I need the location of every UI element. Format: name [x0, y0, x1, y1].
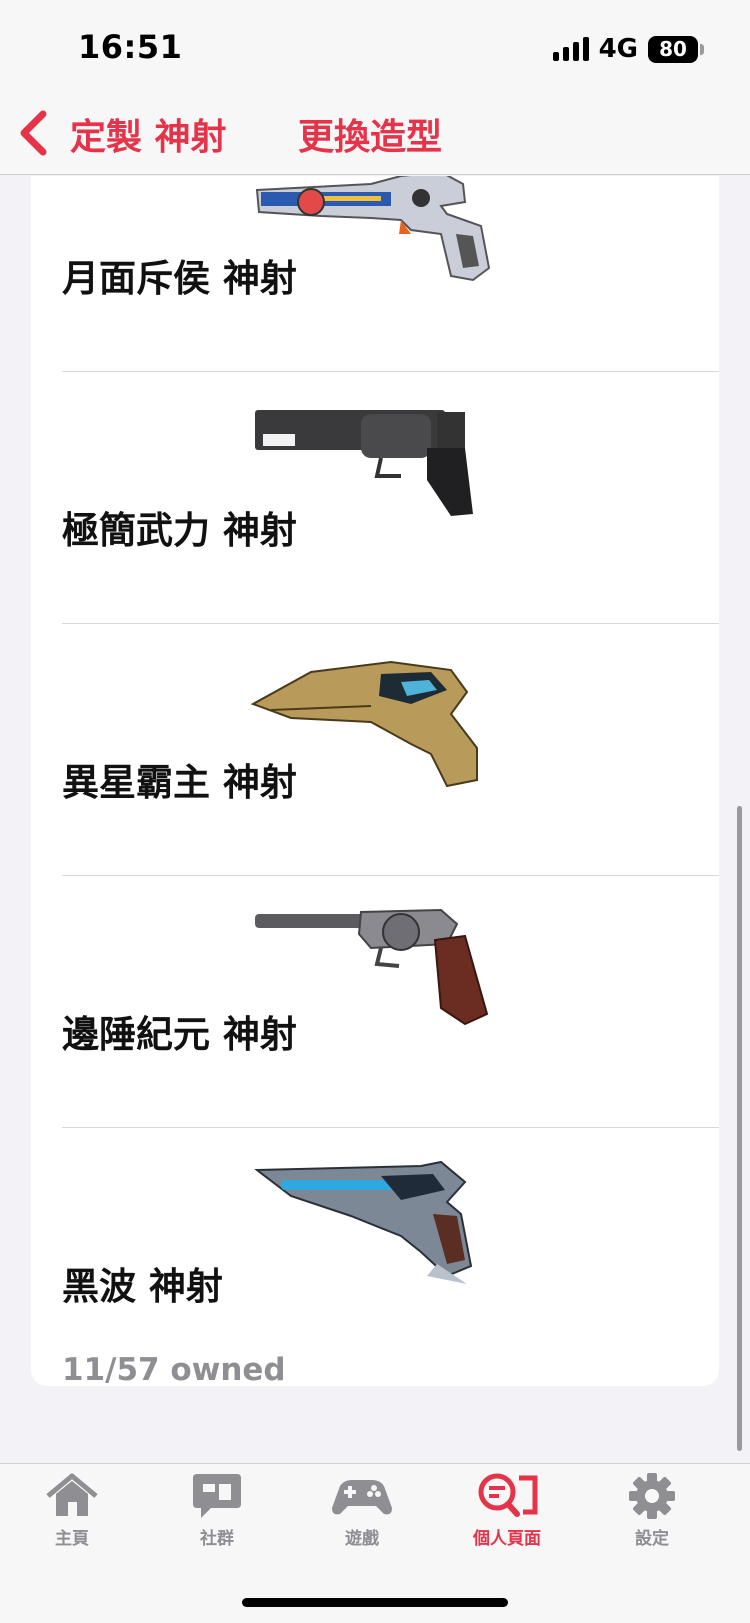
status-bar: 16:51 4G 80: [0, 0, 750, 100]
page-title: 更換造型: [298, 117, 443, 158]
signal-icon: [552, 37, 589, 61]
owned-count: 11/57 owned: [62, 1352, 286, 1388]
tab-home[interactable]: 主頁: [12, 1472, 132, 1549]
list-item[interactable]: 邊陲紀元 神射: [31, 876, 719, 1128]
back-button[interactable]: 定製 神射: [70, 108, 227, 160]
status-time: 16:51: [78, 28, 183, 66]
tab-label: 主頁: [55, 1529, 89, 1549]
status-indicators: 4G 80: [552, 34, 704, 64]
back-chevron-icon[interactable]: [16, 108, 50, 158]
network-type: 4G: [598, 34, 638, 64]
gamepad-icon: [332, 1480, 392, 1515]
home-indicator: [242, 1598, 508, 1607]
skin-name: 異星霸主 神射: [62, 761, 297, 804]
list-item[interactable]: 黑波 神射: [31, 1128, 719, 1380]
tab-label: 設定: [635, 1529, 669, 1549]
tab-label: 遊戲: [345, 1529, 379, 1549]
home-icon: [46, 1473, 98, 1516]
skin-name: 黑波 神射: [62, 1265, 223, 1308]
tab-label: 社群: [200, 1529, 234, 1549]
list-item[interactable]: 極簡武力 神射: [31, 372, 719, 624]
tab-profile[interactable]: 個人頁面: [447, 1472, 567, 1549]
list-item[interactable]: 月面斥侯 神射: [31, 176, 719, 372]
tab-community[interactable]: 社群: [157, 1472, 277, 1549]
navigation-bar: 定製 神射 更換造型: [0, 100, 750, 175]
skin-name: 邊陲紀元 神射: [62, 1013, 297, 1056]
list-item[interactable]: 異星霸主 神射: [31, 624, 719, 876]
tab-games[interactable]: 遊戲: [302, 1472, 422, 1549]
skin-list-scroll[interactable]: 月面斥侯 神射 極簡武力 神射 異星霸主 神射 邊陲紀元 神射 黑波 神射 11…: [0, 176, 750, 1464]
profile-search-icon: [478, 1473, 538, 1517]
tab-label: 個人頁面: [473, 1529, 541, 1549]
blue-energy-revolver-icon: [254, 1160, 473, 1284]
chat-icon: [193, 1474, 241, 1518]
skin-name: 月面斥侯 神射: [62, 257, 297, 300]
tab-settings[interactable]: 設定: [592, 1472, 712, 1549]
scrollbar[interactable]: [737, 806, 742, 1451]
gear-icon: [629, 1473, 675, 1519]
skin-name: 極簡武力 神射: [62, 509, 297, 552]
battery-icon: 80: [648, 35, 704, 63]
